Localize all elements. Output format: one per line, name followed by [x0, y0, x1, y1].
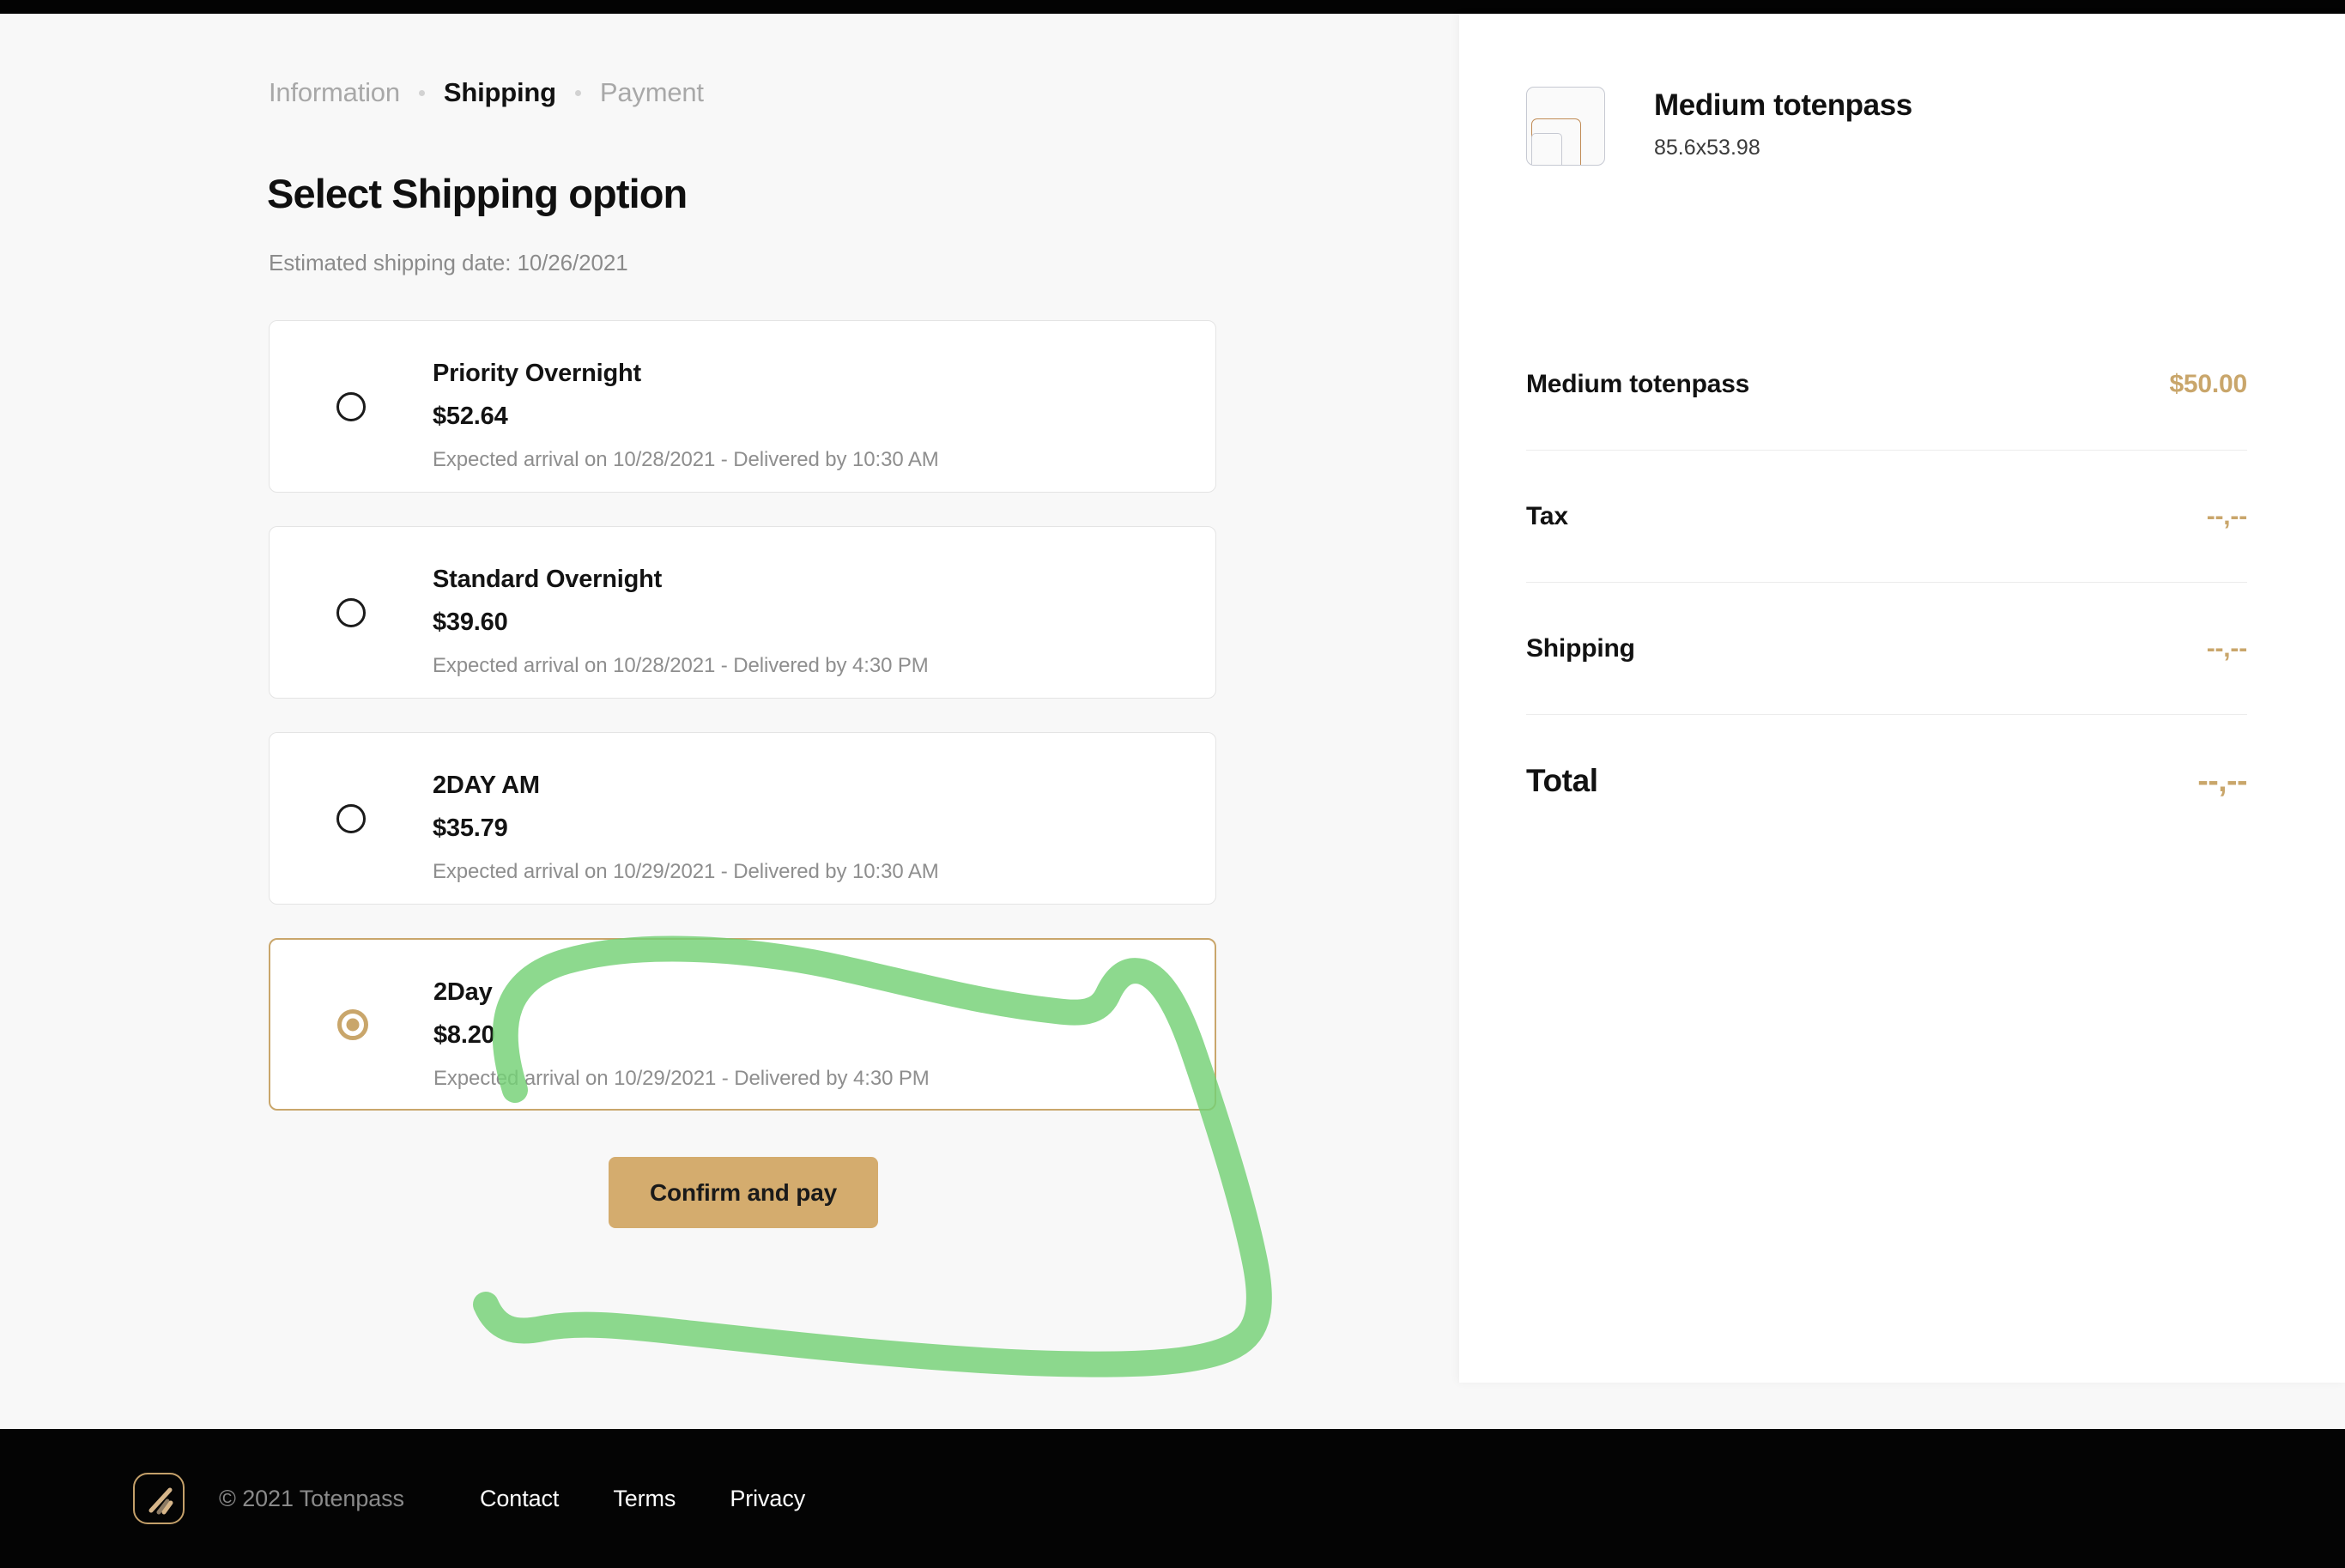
radio-button[interactable] [336, 597, 366, 627]
shipping-option-eta: Expected arrival on 10/28/2021 - Deliver… [433, 654, 929, 677]
shipping-option-body: 2DAY AM $35.79 Expected arrival on 10/29… [433, 773, 939, 882]
radio-button[interactable] [336, 803, 366, 833]
summary-row-label: Total [1526, 763, 1598, 798]
order-summary-panel: Medium totenpass 85.6x53.98 Medium toten… [1459, 14, 2345, 1383]
shipping-option-price: $8.20 [433, 1021, 495, 1049]
summary-row-value: --,-- [2206, 501, 2247, 530]
totenpass-card-icon [1526, 87, 1605, 166]
footer-link-contact[interactable]: Contact [480, 1486, 559, 1512]
summary-row-value: --,-- [2206, 633, 2247, 663]
footer-copyright: © 2021 Totenpass [219, 1485, 404, 1511]
totenpass-logo-icon[interactable] [133, 1473, 185, 1524]
summary-product-info: Medium totenpass 85.6x53.98 [1654, 87, 1912, 159]
estimated-shipping-date: Estimated shipping date: 10/26/2021 [269, 250, 628, 275]
shipping-option-price: $52.64 [433, 403, 508, 430]
radio-button[interactable] [336, 391, 366, 421]
summary-product-row: Medium totenpass 85.6x53.98 [1526, 87, 1912, 166]
shipping-option-name: 2Day [433, 978, 493, 1006]
checkout-left-column: Information Shipping Payment Select Ship… [0, 14, 1459, 1429]
shipping-option-body: Standard Overnight $39.60 Expected arriv… [433, 567, 929, 676]
breadcrumb-step-information[interactable]: Information [269, 77, 400, 108]
breadcrumb-step-shipping[interactable]: Shipping [444, 77, 556, 108]
shipping-option-name: 2DAY AM [433, 772, 540, 799]
breadcrumb-separator-dot [418, 89, 425, 96]
footer-links: Contact Terms Privacy [480, 1486, 805, 1512]
summary-row-total: Total --,-- [1526, 715, 2247, 847]
radio-button-selected[interactable] [337, 1008, 368, 1040]
shipping-option-name: Priority Overnight [433, 360, 641, 387]
confirm-and-pay-button[interactable]: Confirm and pay [609, 1157, 878, 1228]
shipping-option-eta: Expected arrival on 10/29/2021 - Deliver… [433, 860, 939, 883]
shipping-option-price: $39.60 [433, 608, 508, 636]
shipping-option-eta: Expected arrival on 10/29/2021 - Deliver… [433, 1067, 930, 1090]
summary-row-label: Shipping [1526, 633, 1635, 663]
shipping-option-2day-am[interactable]: 2DAY AM $35.79 Expected arrival on 10/29… [269, 732, 1216, 905]
footer-link-privacy[interactable]: Privacy [730, 1486, 805, 1512]
shipping-option-2day[interactable]: 2Day $8.20 Expected arrival on 10/29/202… [269, 938, 1216, 1111]
shipping-option-name: Standard Overnight [433, 566, 663, 593]
summary-row-label: Medium totenpass [1526, 369, 1750, 398]
shipping-option-priority-overnight[interactable]: Priority Overnight $52.64 Expected arriv… [269, 320, 1216, 493]
summary-row-shipping: Shipping --,-- [1526, 583, 2247, 715]
page-title: Select Shipping option [267, 171, 688, 216]
summary-product-dimensions: 85.6x53.98 [1654, 136, 1760, 160]
shipping-option-body: 2Day $8.20 Expected arrival on 10/29/202… [433, 980, 930, 1089]
summary-product-name: Medium totenpass [1654, 88, 1912, 122]
top-bar [0, 0, 2345, 14]
main-content: Information Shipping Payment Select Ship… [0, 14, 2345, 1429]
shipping-option-standard-overnight[interactable]: Standard Overnight $39.60 Expected arriv… [269, 526, 1216, 699]
shipping-option-body: Priority Overnight $52.64 Expected arriv… [433, 361, 939, 470]
breadcrumb: Information Shipping Payment [269, 77, 704, 108]
summary-row-tax: Tax --,-- [1526, 451, 2247, 583]
summary-row-value: $50.00 [2169, 369, 2247, 398]
page-footer: © 2021 Totenpass Contact Terms Privacy [0, 1429, 2345, 1568]
summary-rows: Medium totenpass $50.00 Tax --,-- Shippi… [1526, 318, 2247, 847]
footer-link-terms[interactable]: Terms [613, 1486, 676, 1512]
shipping-option-eta: Expected arrival on 10/28/2021 - Deliver… [433, 448, 939, 471]
summary-row-label: Tax [1526, 501, 1568, 530]
shipping-options-list: Priority Overnight $52.64 Expected arriv… [269, 320, 1216, 1144]
breadcrumb-separator-dot [574, 89, 581, 96]
breadcrumb-step-payment[interactable]: Payment [600, 77, 704, 108]
shipping-option-price: $35.79 [433, 814, 508, 842]
summary-row-value: --,-- [2197, 763, 2247, 798]
checkout-page: Information Shipping Payment Select Ship… [0, 0, 2345, 1568]
summary-row-item: Medium totenpass $50.00 [1526, 318, 2247, 451]
